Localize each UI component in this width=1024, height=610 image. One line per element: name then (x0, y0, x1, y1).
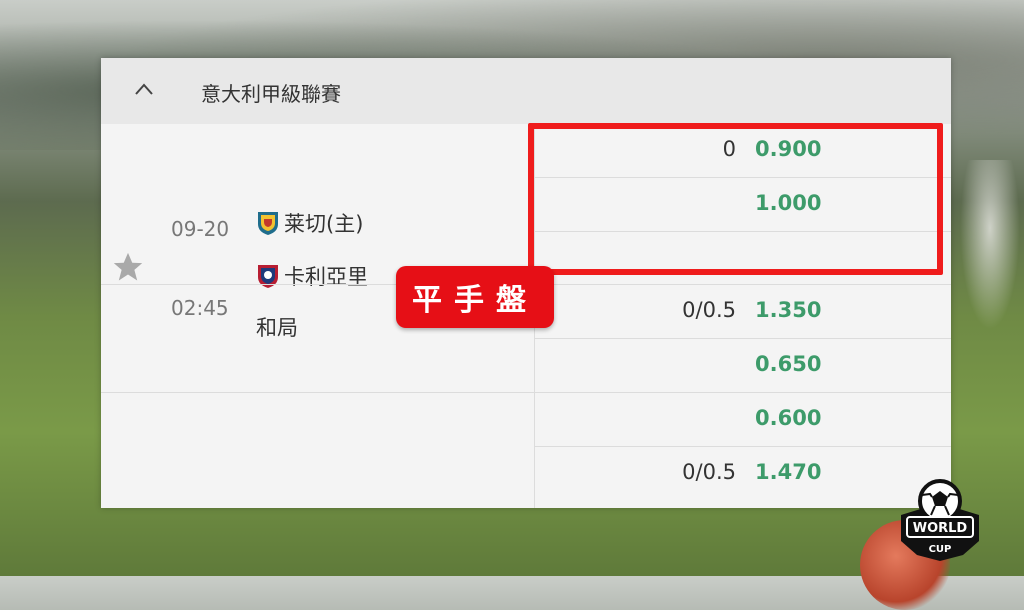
odds-price[interactable]: 0.650 (755, 352, 821, 376)
logo-text-cup: CUP (929, 544, 952, 555)
league-name: 意大利甲級聯賽 (201, 82, 341, 106)
world-cup-logo: WORLD CUP (901, 479, 979, 561)
odds-row[interactable]: 0/0.5 1.350 (535, 285, 951, 338)
odds-price[interactable]: 0.600 (755, 406, 821, 430)
match-time: 02:45 (171, 296, 229, 320)
odds-price[interactable]: 1.350 (755, 298, 821, 322)
star-icon[interactable] (111, 250, 145, 284)
cagliari-crest-icon (258, 265, 278, 288)
league-header[interactable]: 意大利甲級聯賽 (101, 58, 951, 124)
draw-label: 和局 (256, 316, 298, 340)
odds-row[interactable]: 0.650 (535, 339, 951, 392)
away-team: 卡利亞里 (256, 261, 368, 291)
handicap-line: 0/0.5 (682, 298, 736, 322)
callout-label: 平手盤 (396, 266, 554, 328)
match-date: 09-20 (171, 217, 230, 241)
handicap-line: 0/0.5 (682, 460, 736, 484)
home-team: 莱切(主) (256, 208, 363, 238)
highlight-box (528, 123, 943, 275)
odds-row[interactable]: 0/0.5 1.470 (535, 447, 951, 500)
home-team-name: 莱切(主) (284, 212, 364, 236)
odds-row[interactable]: 0.600 (535, 393, 951, 446)
lecce-crest-icon (258, 212, 278, 235)
odds-price[interactable]: 1.470 (755, 460, 821, 484)
logo-text-world: WORLD (913, 521, 968, 536)
background-player (960, 160, 1020, 330)
chevron-up-icon[interactable] (134, 82, 154, 96)
away-team-name: 卡利亞里 (284, 265, 368, 289)
